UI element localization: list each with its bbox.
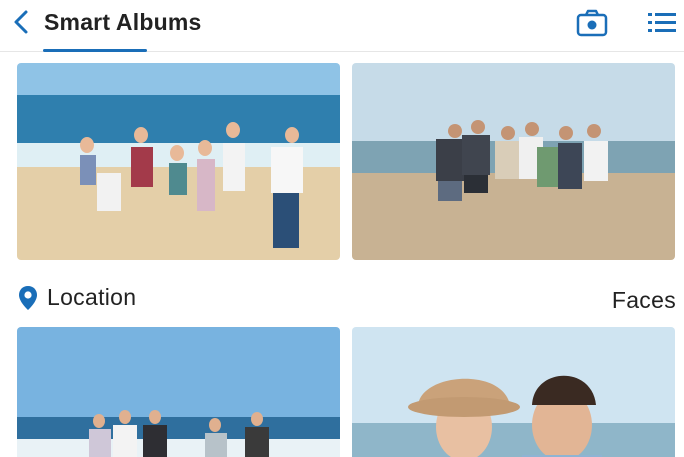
photo-tile[interactable] <box>352 327 675 457</box>
photo-tile[interactable] <box>17 327 340 457</box>
location-section-header[interactable]: Location <box>18 284 136 311</box>
page-title: Smart Albums <box>44 9 202 35</box>
location-label: Location <box>47 284 137 310</box>
app-header: Smart Albums <box>0 0 684 52</box>
faces-label[interactable]: Faces <box>612 287 676 314</box>
camera-icon[interactable] <box>576 8 608 38</box>
photo-tile[interactable] <box>17 63 340 260</box>
photo-tile[interactable] <box>352 63 675 260</box>
map-pin-icon <box>19 285 37 310</box>
chevron-left-icon[interactable] <box>8 8 36 36</box>
list-icon[interactable] <box>646 8 678 38</box>
title-underline <box>43 49 147 52</box>
